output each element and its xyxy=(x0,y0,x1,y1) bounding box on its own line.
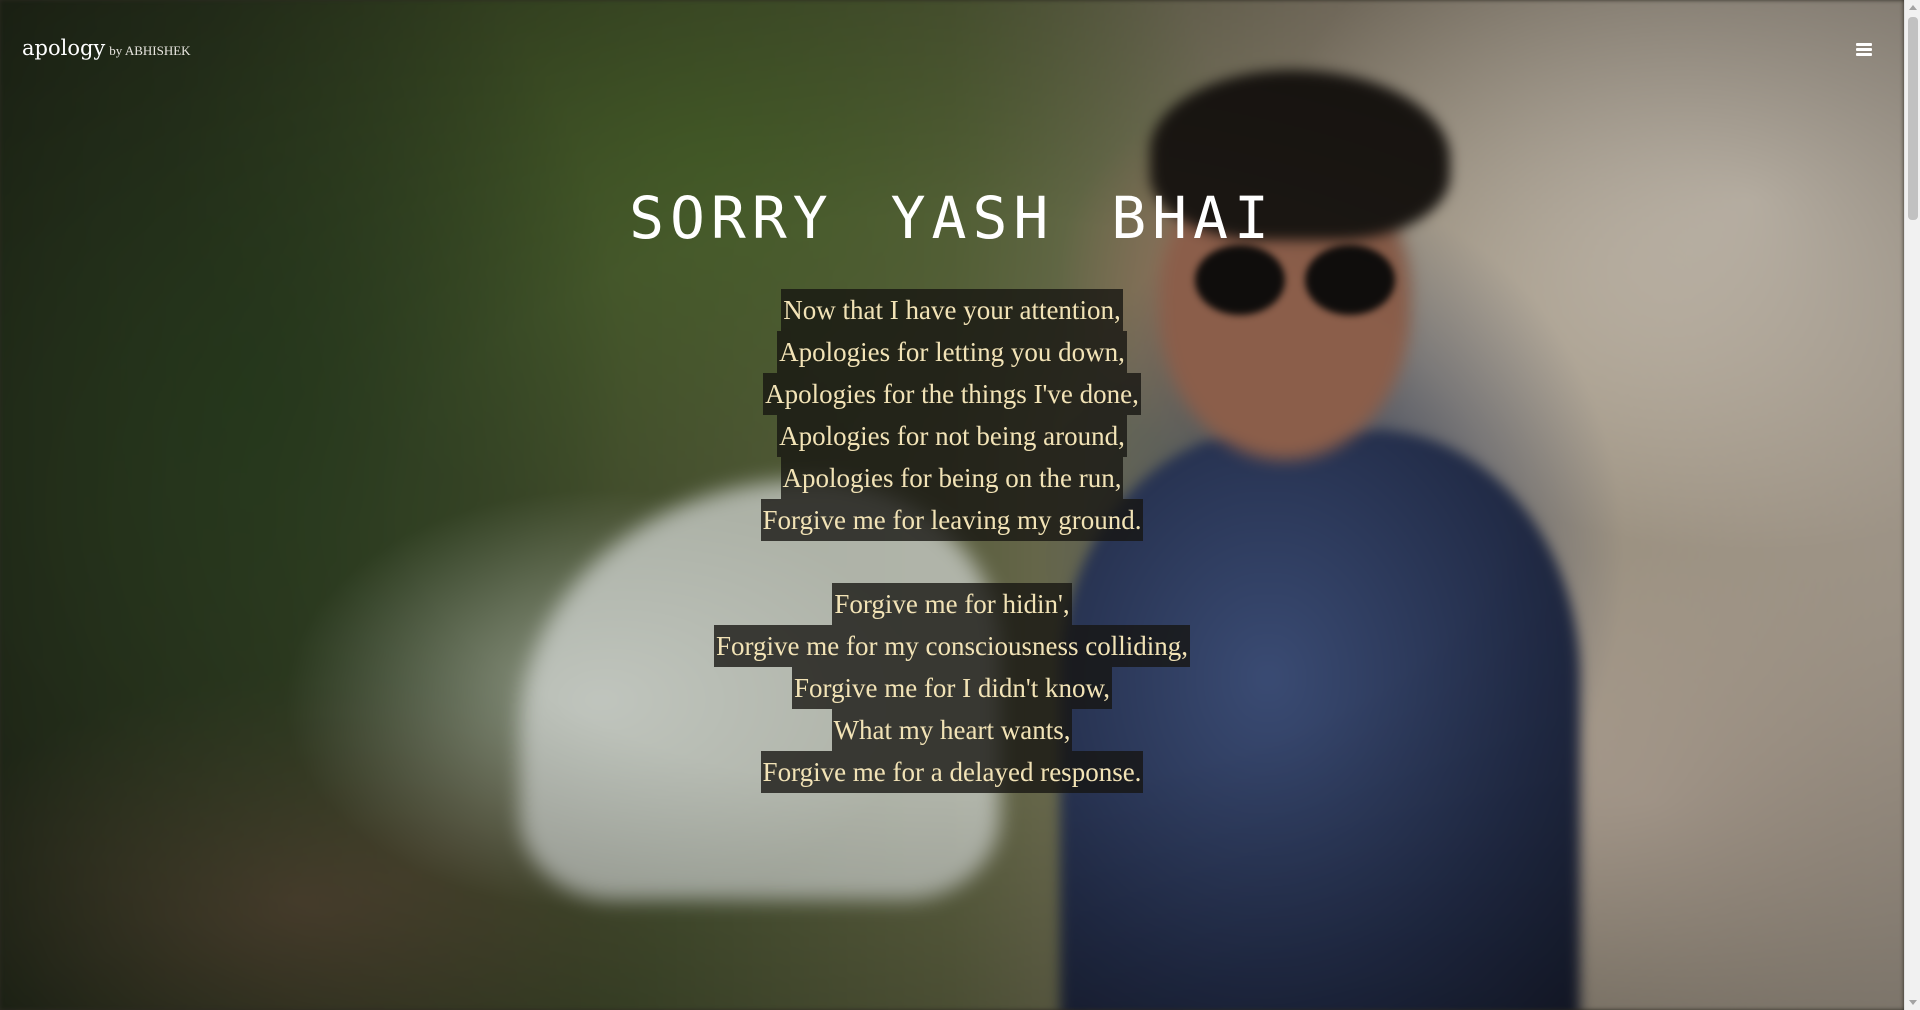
poem-line: Forgive me for a delayed response. xyxy=(0,751,1904,793)
scroll-down-arrow-icon[interactable] xyxy=(1909,1000,1917,1005)
poem-line: Apologies for letting you down, xyxy=(0,331,1904,373)
vertical-scrollbar[interactable] xyxy=(1904,0,1920,1010)
page-title: SORRY YASH BHAI xyxy=(629,184,1275,252)
brand-name: apology xyxy=(22,36,106,60)
poem: Now that I have your attention, Apologie… xyxy=(0,289,1904,835)
poem-line: Forgive me for I didn't know, xyxy=(0,667,1904,709)
page: apology by ABHISHEK SORRY YASH BHAI Now t… xyxy=(0,0,1920,1010)
poem-line: Apologies for being on the run, xyxy=(0,457,1904,499)
scroll-up-arrow-icon[interactable] xyxy=(1909,5,1917,10)
poem-line: Apologies for not being around, xyxy=(0,415,1904,457)
hamburger-menu-icon[interactable] xyxy=(1856,43,1872,57)
poem-line: Forgive me for my consciousness collidin… xyxy=(0,625,1904,667)
poem-line: Now that I have your attention, xyxy=(0,289,1904,331)
scrollbar-thumb[interactable] xyxy=(1908,17,1918,220)
poem-line: Forgive me for leaving my ground. xyxy=(0,499,1904,541)
stanza-1: Now that I have your attention, Apologie… xyxy=(0,289,1904,541)
poem-line: Forgive me for hidin', xyxy=(0,583,1904,625)
brand-byline: by ABHISHEK xyxy=(109,43,191,58)
poem-line: Apologies for the things I've done, xyxy=(0,373,1904,415)
brand-link[interactable]: apology by ABHISHEK xyxy=(22,36,191,60)
stanza-2: Forgive me for hidin', Forgive me for my… xyxy=(0,583,1904,793)
poem-line: What my heart wants, xyxy=(0,709,1904,751)
